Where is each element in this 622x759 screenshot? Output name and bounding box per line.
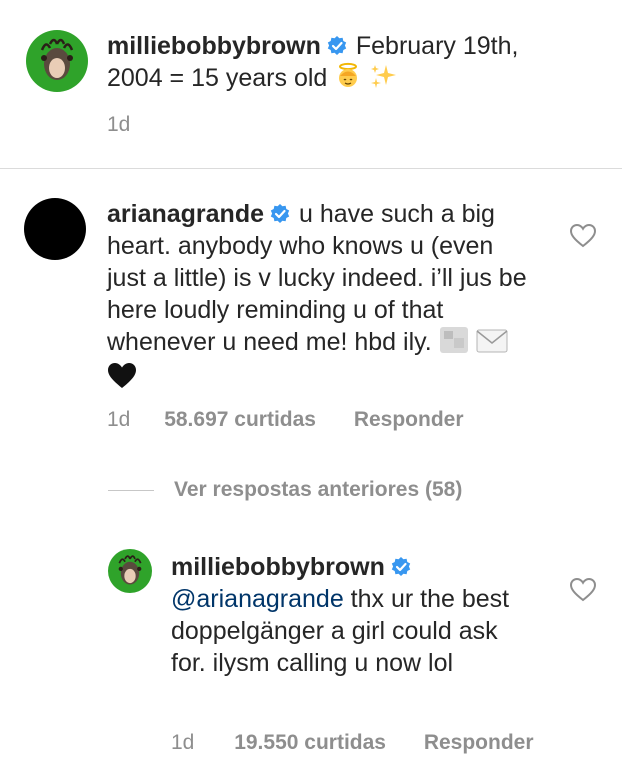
reply-timestamp[interactable]: 1d <box>171 731 194 755</box>
replies-divider-line <box>108 489 154 491</box>
reply-author-username[interactable]: milliebobbybrown <box>171 553 385 581</box>
comment-likes[interactable]: 58.697 curtidas <box>164 408 316 432</box>
envelope-emoji-icon <box>476 328 508 362</box>
black-heart-emoji-icon <box>107 362 137 398</box>
reply-meta: 1d 19.550 curtidas Responder <box>171 731 534 755</box>
like-comment-heart-icon[interactable] <box>570 224 596 248</box>
verified-badge-icon <box>270 204 290 223</box>
view-earlier-replies-label: Ver respostas anteriores (58) <box>174 478 463 501</box>
post-timestamp[interactable]: 1d <box>107 113 130 137</box>
reply-reply-button[interactable]: Responder <box>424 731 534 755</box>
reply-author-avatar[interactable] <box>108 549 152 593</box>
post-author-avatar[interactable] <box>26 30 88 92</box>
comment-timestamp[interactable]: 1d <box>107 408 130 432</box>
post-meta: 1d <box>107 113 130 137</box>
commenter-username[interactable]: arianagrande <box>107 200 264 228</box>
view-earlier-replies-button[interactable]: Ver respostas anteriores (58) <box>108 478 462 502</box>
reply-likes[interactable]: 19.550 curtidas <box>234 731 386 755</box>
comment-body: arianagrande u have such a big heart. an… <box>107 198 537 398</box>
angel-emoji-icon <box>334 62 362 98</box>
post-author-username[interactable]: milliebobbybrown <box>107 32 321 60</box>
caption-divider <box>0 168 622 169</box>
comment-meta: 1d 58.697 curtidas Responder <box>107 408 464 432</box>
reply-body: milliebobbybrown @arianagrande thx ur th… <box>171 551 526 679</box>
like-reply-heart-icon[interactable] <box>570 578 596 602</box>
comment-reply-button[interactable]: Responder <box>354 408 464 432</box>
verified-badge-icon <box>391 557 411 576</box>
sparkles-emoji-icon <box>369 62 397 98</box>
reply-mention-link[interactable]: @arianagrande <box>171 585 344 613</box>
verified-badge-icon <box>327 36 347 55</box>
commenter-avatar[interactable] <box>24 198 86 260</box>
post-caption: milliebobbybrown February 19th, 2004 = 1… <box>107 30 527 98</box>
blurred-image-icon <box>439 326 469 362</box>
